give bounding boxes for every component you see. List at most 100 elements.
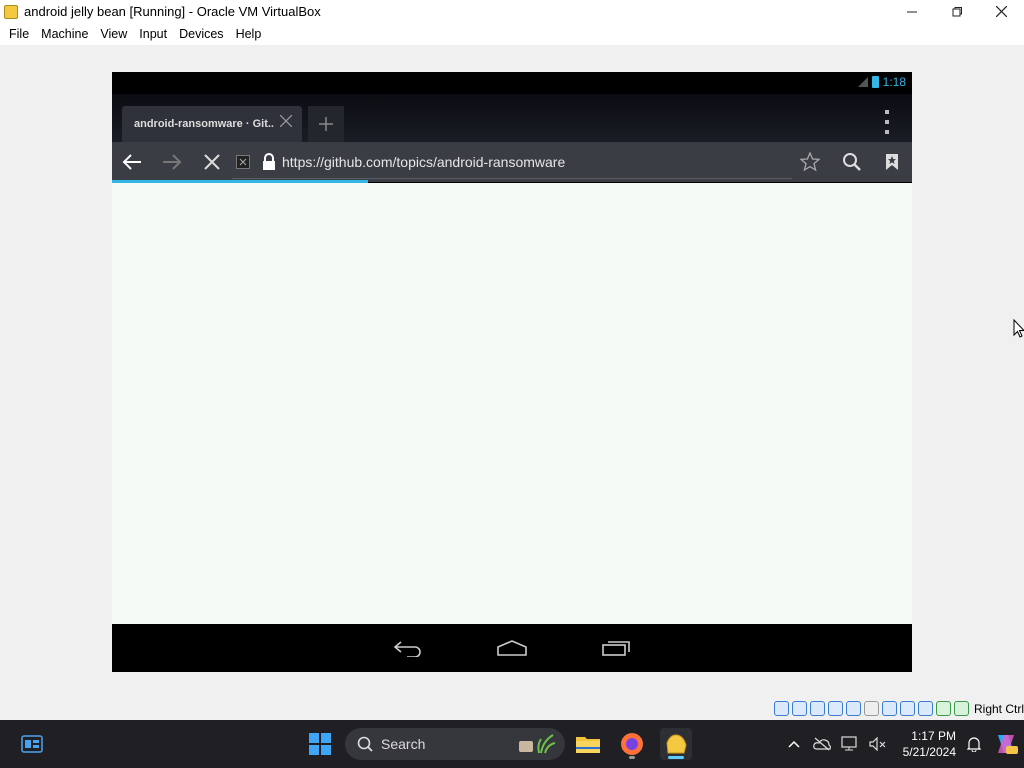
plus-icon — [319, 117, 333, 131]
audio-icon[interactable] — [809, 701, 825, 716]
search-icon — [843, 153, 861, 171]
virtualbox-icon — [666, 734, 687, 754]
close-button[interactable] — [979, 0, 1024, 23]
browser-tab[interactable]: android-ransomware · Git... — [122, 106, 302, 142]
display-icon[interactable] — [881, 701, 897, 716]
menu-file[interactable]: File — [3, 27, 35, 41]
android-status-bar: 1:18 — [112, 72, 912, 94]
nav-home-button[interactable] — [492, 636, 532, 660]
forward-arrow-icon — [163, 154, 182, 170]
guest-additions-icon[interactable] — [935, 701, 951, 716]
forward-button[interactable] — [158, 142, 186, 182]
notifications-button[interactable] — [960, 720, 988, 768]
firefox-running-indicator — [629, 756, 635, 759]
taskbar-search-box[interactable]: Search — [345, 728, 565, 760]
taskbar-clock[interactable]: 1:17 PM 5/21/2024 — [892, 728, 960, 760]
search-highlight-icon — [519, 734, 556, 754]
nav-back-icon — [393, 641, 421, 657]
star-icon — [800, 152, 820, 172]
menu-dot-icon — [885, 110, 889, 114]
menu-dot-icon — [885, 130, 889, 134]
nav-back-button[interactable] — [388, 636, 428, 660]
bell-icon — [967, 737, 981, 752]
nav-recents-icon — [602, 641, 630, 656]
copilot-button[interactable] — [988, 720, 1024, 768]
url-underline — [232, 178, 792, 179]
status-clock: 1:18 — [882, 75, 906, 89]
tab-close-icon[interactable] — [280, 115, 292, 127]
folder-icon — [576, 737, 600, 753]
shared-folders-icon[interactable] — [863, 701, 879, 716]
windows-logo-icon — [309, 733, 331, 755]
browser-toolbar: https://github.com/topics/android-ransom… — [112, 142, 912, 182]
bookmarks-icon — [886, 154, 898, 170]
bookmarks-button[interactable] — [882, 142, 902, 182]
menu-dot-icon — [885, 120, 889, 124]
minimize-icon — [906, 11, 917, 12]
nav-home-icon — [497, 640, 527, 656]
window-controls — [889, 0, 1024, 23]
host-key-label[interactable]: Right Ctrl — [974, 702, 1024, 716]
lock-icon — [263, 153, 275, 170]
android-screen[interactable]: 1:18 android-ransomware · Git... https:/… — [112, 72, 912, 672]
url-text[interactable]: https://github.com/topics/android-ransom… — [282, 154, 565, 170]
bookmark-star-button[interactable] — [798, 142, 822, 182]
mouse-integration-icon[interactable] — [953, 701, 969, 716]
widgets-icon — [21, 735, 43, 753]
web-content-area[interactable] — [112, 183, 912, 624]
start-button[interactable] — [304, 728, 336, 760]
overflow-menu-button[interactable] — [880, 110, 894, 134]
browser-tab-strip: android-ransomware · Git... — [112, 94, 912, 142]
search-button[interactable] — [840, 142, 864, 182]
virtualbox-running-indicator — [668, 756, 684, 759]
copilot-icon — [998, 735, 1018, 754]
stop-loading-button[interactable] — [198, 142, 226, 182]
file-explorer-button[interactable] — [572, 728, 604, 760]
recording-icon[interactable] — [899, 701, 915, 716]
clock-time: 1:17 PM — [911, 729, 956, 743]
url-bar[interactable]: https://github.com/topics/android-ransom… — [232, 146, 792, 178]
back-button[interactable] — [118, 142, 146, 182]
display-settings-button[interactable] — [836, 720, 864, 768]
signal-icon — [857, 77, 868, 87]
widgets-button[interactable] — [16, 728, 48, 760]
menu-machine[interactable]: Machine — [35, 27, 94, 41]
usb-icon[interactable] — [845, 701, 861, 716]
optical-drive-icon[interactable] — [791, 701, 807, 716]
firefox-button[interactable] — [616, 728, 648, 760]
menu-help[interactable]: Help — [230, 27, 268, 41]
window-title: android jelly bean [Running] - Oracle VM… — [24, 4, 321, 19]
minimize-button[interactable] — [889, 0, 934, 23]
clock-date: 5/21/2024 — [902, 745, 956, 759]
menu-view[interactable]: View — [94, 27, 133, 41]
hard-disk-icon[interactable] — [773, 701, 789, 716]
site-favicon-icon — [236, 155, 250, 169]
virtualbox-taskbar-button[interactable] — [660, 728, 692, 760]
volume-muted-icon — [869, 737, 886, 751]
virtualbox-app-icon — [4, 4, 18, 19]
show-hidden-icons-button[interactable] — [780, 720, 808, 768]
volume-button[interactable] — [864, 720, 892, 768]
vt-x-icon[interactable] — [917, 701, 933, 716]
nav-recents-button[interactable] — [596, 636, 636, 660]
monitor-icon — [841, 736, 857, 751]
menu-input[interactable]: Input — [133, 27, 173, 41]
battery-icon — [871, 76, 879, 88]
stop-x-icon — [204, 154, 220, 170]
back-arrow-icon — [122, 154, 141, 170]
network-icon[interactable] — [827, 701, 843, 716]
firefox-icon — [621, 733, 643, 755]
mouse-cursor-icon — [1013, 319, 1024, 338]
onedrive-offline-icon — [813, 737, 831, 751]
windows-taskbar: Search 1:17 PM 5/21/2024 — [0, 720, 1024, 768]
chevron-up-icon — [788, 740, 800, 748]
window-titlebar: android jelly bean [Running] - Oracle VM… — [0, 0, 1024, 23]
close-icon — [996, 6, 1007, 17]
vbox-status-bar: Right Ctrl — [0, 699, 1024, 720]
new-tab-button[interactable] — [308, 106, 344, 142]
maximize-button[interactable] — [934, 0, 979, 23]
onedrive-button[interactable] — [808, 720, 836, 768]
menu-bar: File Machine View Input Devices Help — [0, 23, 1024, 45]
menu-devices[interactable]: Devices — [173, 27, 229, 41]
system-tray: 1:17 PM 5/21/2024 — [780, 720, 1024, 768]
